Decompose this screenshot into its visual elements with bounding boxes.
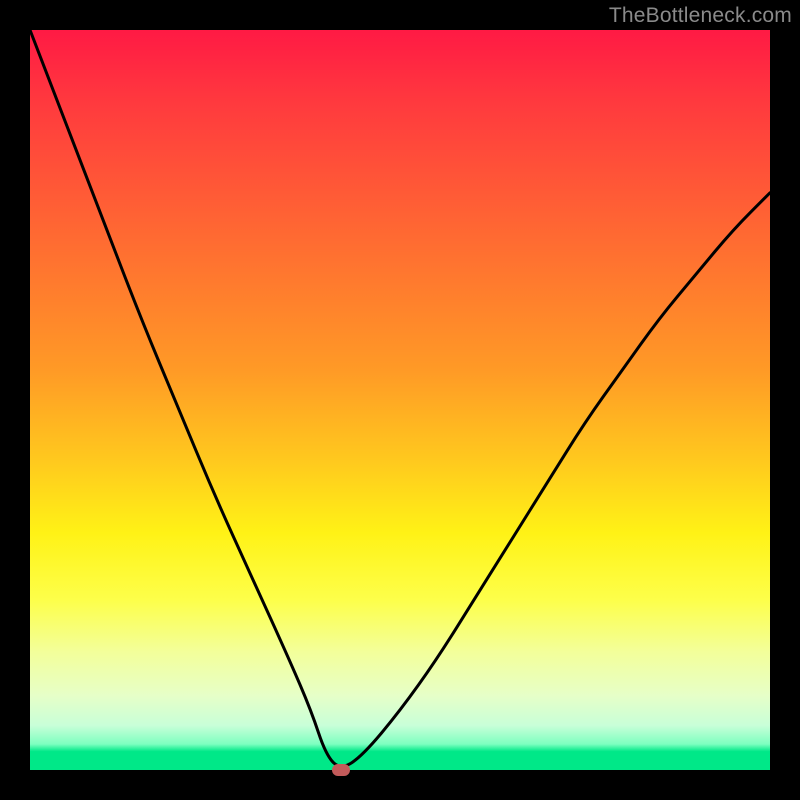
watermark-label: TheBottleneck.com bbox=[609, 4, 792, 28]
plot-area bbox=[30, 30, 770, 770]
optimum-marker bbox=[332, 764, 350, 776]
bottleneck-curve bbox=[30, 30, 770, 770]
chart-frame: TheBottleneck.com bbox=[0, 0, 800, 800]
